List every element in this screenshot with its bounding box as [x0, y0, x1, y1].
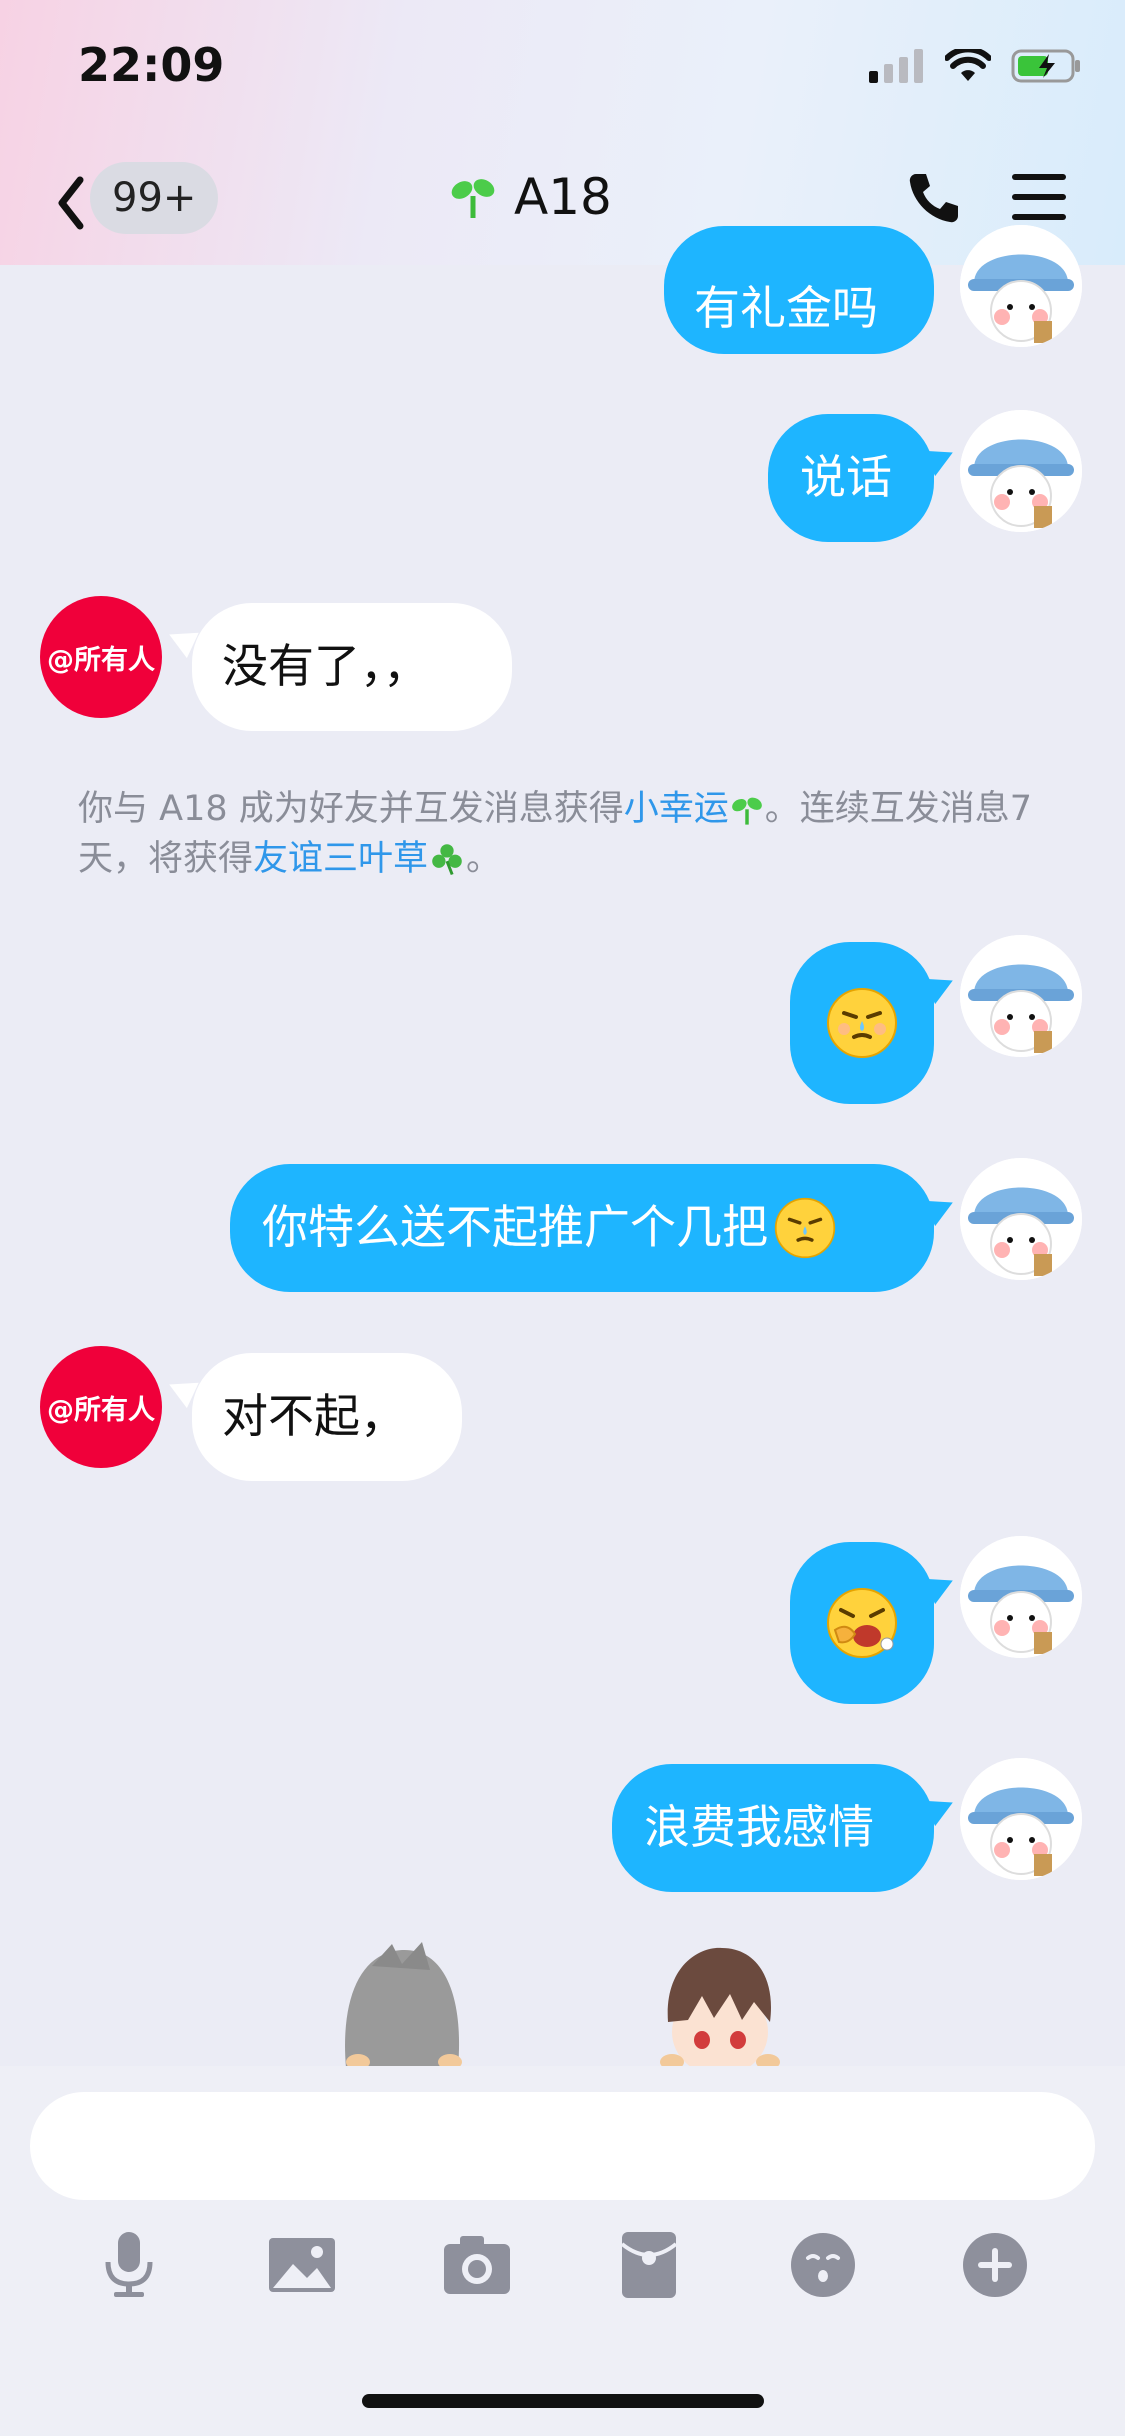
my-avatar[interactable] [960, 225, 1082, 347]
message-input[interactable] [30, 2092, 1095, 2200]
yawn-face-emoji-icon [827, 1588, 897, 1658]
my-avatar[interactable] [960, 935, 1082, 1057]
battery-charging-icon [1011, 49, 1080, 83]
mic-icon[interactable] [94, 2230, 164, 2300]
nav-row: 99+ A18 [0, 160, 1125, 250]
my-avatar[interactable] [960, 1536, 1082, 1658]
back-chevron-icon[interactable] [46, 168, 96, 238]
camera-icon[interactable] [442, 2230, 512, 2300]
status-icons [869, 48, 1083, 84]
sweat-face-emoji-icon [827, 988, 897, 1058]
peeking-anime-boy-character [660, 1947, 780, 2068]
message-text: 有礼金吗 [694, 281, 878, 336]
notice-text: 。 [466, 839, 502, 879]
bucket-hat-character-avatar [960, 225, 1082, 347]
peer-avatar[interactable]: @所有人 [40, 596, 162, 718]
status-time: 22:09 [78, 38, 225, 92]
notice-text: 你与 A18 成为好友并互发消息获得 [78, 789, 624, 829]
my-avatar[interactable] [960, 1758, 1082, 1880]
sweat-face-emoji-icon [774, 1197, 836, 1259]
message-bubble-me[interactable]: 浪费我感情 [612, 1764, 934, 1892]
sprout-icon [731, 797, 762, 825]
message-bubble-peer[interactable]: 没有了，， [192, 603, 512, 731]
unread-badge[interactable]: 99+ [90, 162, 219, 234]
message-bubble-peer[interactable]: 对不起， [192, 1353, 462, 1481]
message-text: 浪费我感情 [644, 1800, 874, 1855]
top-bar: 22:09 99+ A18 [0, 0, 1125, 265]
image-icon[interactable] [267, 2230, 337, 2300]
chat-title-wrap[interactable]: A18 [450, 168, 612, 226]
clover-icon [432, 844, 462, 876]
emoji-bubble-me[interactable] [790, 1542, 934, 1704]
message-text: 对不起， [222, 1389, 406, 1444]
phone-call-icon[interactable] [906, 170, 962, 226]
my-avatar[interactable] [960, 1158, 1082, 1280]
message-text: 你特么送不起推广个几把 [262, 1200, 768, 1255]
wifi-icon [945, 49, 991, 81]
emoji-icon[interactable] [788, 2230, 858, 2300]
input-toolbar [0, 2230, 1125, 2310]
little-luck-link[interactable]: 小幸运 [624, 789, 729, 829]
sprout-icon [451, 179, 495, 218]
peer-avatar[interactable]: @所有人 [40, 1346, 162, 1468]
menu-icon[interactable] [1012, 172, 1066, 222]
home-indicator[interactable] [362, 2394, 764, 2408]
my-avatar[interactable] [960, 410, 1082, 532]
peeking-grey-character [345, 1942, 462, 2068]
plus-icon[interactable] [960, 2230, 1030, 2300]
emoji-bubble-me[interactable] [790, 942, 934, 1104]
system-notice: 你与 A18 成为好友并互发消息获得小幸运 。连续互发消息7天，将获得友谊三叶草。 [78, 784, 1058, 884]
message-bubble-me[interactable]: 你特么送不起推广个几把 [230, 1164, 934, 1292]
chat-title: A18 [514, 168, 612, 226]
bucket-hat-character-avatar [960, 1536, 1082, 1658]
red-packet-icon[interactable] [614, 2230, 684, 2300]
message-bubble-me[interactable]: 说话 [768, 414, 934, 542]
cellular-signal-icon [869, 49, 923, 83]
bucket-hat-character-avatar [960, 935, 1082, 1057]
friendship-clover-link[interactable]: 友谊三叶草 [253, 839, 428, 879]
bucket-hat-character-avatar [960, 1158, 1082, 1280]
message-text: 说话 [800, 450, 892, 505]
message-text: 没有了，， [222, 639, 429, 694]
message-bubble-me[interactable]: 有礼金吗 [664, 226, 934, 354]
bucket-hat-character-avatar [960, 1758, 1082, 1880]
bucket-hat-character-avatar [960, 410, 1082, 532]
